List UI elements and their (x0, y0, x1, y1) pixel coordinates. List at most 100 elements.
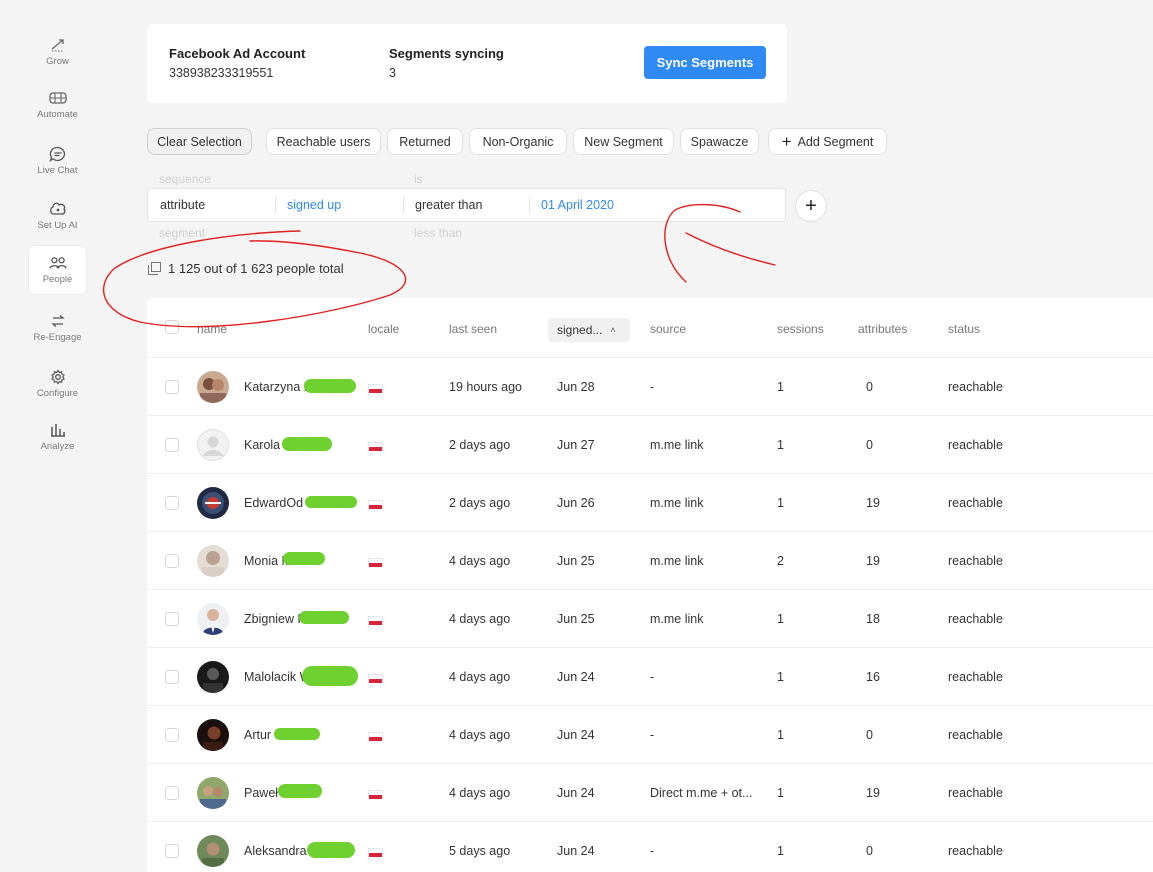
segment-chip-returned[interactable]: Returned (387, 128, 463, 155)
nav-automate[interactable]: Automate (29, 81, 86, 129)
column-source[interactable]: source (650, 322, 686, 336)
source: m.me link (650, 612, 704, 626)
people-count-text: 1 125 out of 1 623 people total (168, 261, 344, 276)
attributes-count: 0 (866, 380, 873, 394)
column-signed-up-sorted[interactable]: signed... ˄ (548, 318, 630, 342)
default-avatar-icon (197, 429, 229, 461)
person-name[interactable]: Artur (244, 706, 271, 764)
table-row[interactable]: Artur 4 days ago Jun 24 - 1 0 reachable (147, 705, 1153, 763)
table-row[interactable]: Malolacik W 4 days ago Jun 24 - 1 16 rea… (147, 647, 1153, 705)
avatar (197, 719, 229, 751)
chevron-up-icon: ˄ (610, 325, 616, 335)
status: reachable (948, 844, 1003, 858)
copy-icon[interactable] (148, 262, 161, 275)
sessions: 1 (777, 786, 784, 800)
table-row[interactable]: Aleksandra M 5 days ago Jun 24 - 1 0 rea… (147, 821, 1153, 872)
nav-analyze[interactable]: Analyze (29, 413, 86, 461)
redaction-mark (305, 496, 357, 508)
nav-grow[interactable]: Grow (29, 28, 86, 76)
nav-label: Re-Engage (33, 332, 82, 343)
person-name[interactable]: Katarzyna B (244, 358, 312, 416)
last-seen: 2 days ago (449, 496, 511, 510)
filter-separator (529, 197, 530, 213)
status: reachable (948, 380, 1003, 394)
filter-field-select[interactable]: attribute (160, 189, 205, 221)
sessions: 2 (777, 554, 784, 568)
source: m.me link (650, 438, 704, 452)
status: reachable (948, 438, 1003, 452)
filter-value-date[interactable]: 01 April 2020 (541, 189, 614, 221)
status: reachable (948, 786, 1003, 800)
column-locale[interactable]: locale (368, 322, 399, 336)
attributes-count: 18 (866, 612, 880, 626)
column-sessions[interactable]: sessions (777, 322, 824, 336)
attributes-count: 0 (866, 728, 873, 742)
nav-configure[interactable]: Configure (29, 360, 86, 408)
table-row[interactable]: Karola K 2 days ago Jun 27 m.me link 1 0… (147, 415, 1153, 473)
row-checkbox[interactable] (165, 554, 179, 568)
trend-up-icon (49, 37, 67, 53)
column-attributes[interactable]: attributes (858, 322, 907, 336)
segment-chip-reachable-users[interactable]: Reachable users (266, 128, 381, 155)
table-row[interactable]: Paweł S 4 days ago Jun 24 Direct m.me + … (147, 763, 1153, 821)
attributes-count: 19 (866, 786, 880, 800)
row-checkbox[interactable] (165, 728, 179, 742)
column-last-seen[interactable]: last seen (449, 322, 497, 336)
table-row[interactable]: Katarzyna B 19 hours ago Jun 28 - 1 0 re… (147, 357, 1153, 415)
segment-chip-non-organic[interactable]: Non-Organic (469, 128, 567, 155)
avatar (197, 777, 229, 809)
filter-attribute-select[interactable]: signed up (287, 189, 341, 221)
last-seen: 4 days ago (449, 612, 511, 626)
nav-live-chat[interactable]: Live Chat (29, 137, 86, 185)
poland-flag-icon (368, 790, 383, 799)
facebook-ad-account-card: Facebook Ad Account 338938233319551 Segm… (147, 24, 787, 103)
row-checkbox[interactable] (165, 844, 179, 858)
avatar (197, 603, 229, 635)
nav-re-engage[interactable]: Re-Engage (29, 304, 86, 352)
clear-selection-chip[interactable]: Clear Selection (147, 128, 252, 155)
table-row[interactable]: EdwardOd N... 2 days ago Jun 26 m.me lin… (147, 473, 1153, 531)
attributes-count: 0 (866, 844, 873, 858)
table-row[interactable]: Monia M 4 days ago Jun 25 m.me link 2 19… (147, 531, 1153, 589)
table-header: name locale last seen signed... ˄ source… (147, 298, 1153, 360)
account-label: Facebook Ad Account (169, 46, 306, 61)
select-all-checkbox[interactable] (165, 320, 179, 334)
nav-label: Analyze (40, 441, 75, 452)
person-name[interactable]: Zbigniew K (244, 590, 306, 648)
workflow-icon (48, 90, 67, 106)
table-row[interactable]: Zbigniew K 4 days ago Jun 25 m.me link 1… (147, 589, 1153, 647)
people-icon (48, 255, 67, 271)
row-checkbox[interactable] (165, 496, 179, 510)
segment-chip-spawacze[interactable]: Spawacze (680, 128, 759, 155)
add-filter-button[interactable]: + (795, 190, 827, 222)
row-checkbox[interactable] (165, 670, 179, 684)
dropdown-option-sequence: sequence (159, 172, 212, 186)
redaction-mark (274, 728, 320, 740)
status: reachable (948, 496, 1003, 510)
avatar (197, 661, 229, 693)
status: reachable (948, 554, 1003, 568)
last-seen: 4 days ago (449, 554, 511, 568)
nav-people[interactable]: People (29, 246, 86, 294)
column-name[interactable]: name (197, 322, 227, 336)
source: - (650, 670, 655, 684)
row-checkbox[interactable] (165, 612, 179, 626)
sessions: 1 (777, 670, 784, 684)
column-status[interactable]: status (948, 322, 980, 336)
sync-segments-button[interactable]: Sync Segments (644, 46, 766, 79)
sessions: 1 (777, 844, 784, 858)
row-checkbox[interactable] (165, 786, 179, 800)
attributes-count: 19 (866, 554, 880, 568)
row-checkbox[interactable] (165, 438, 179, 452)
poland-flag-icon (368, 558, 383, 567)
add-segment-button[interactable]: + Add Segment (768, 128, 887, 155)
avatar (197, 371, 229, 403)
filter-operator-select[interactable]: greater than (415, 189, 482, 221)
redaction-mark (304, 379, 356, 393)
row-checkbox[interactable] (165, 380, 179, 394)
chat-icon (48, 146, 67, 162)
signed-up-date: Jun 24 (557, 844, 595, 858)
nav-set-up-ai[interactable]: Set Up AI (29, 192, 86, 240)
segment-chip-new-segment[interactable]: New Segment (573, 128, 674, 155)
signed-up-date: Jun 24 (557, 786, 595, 800)
